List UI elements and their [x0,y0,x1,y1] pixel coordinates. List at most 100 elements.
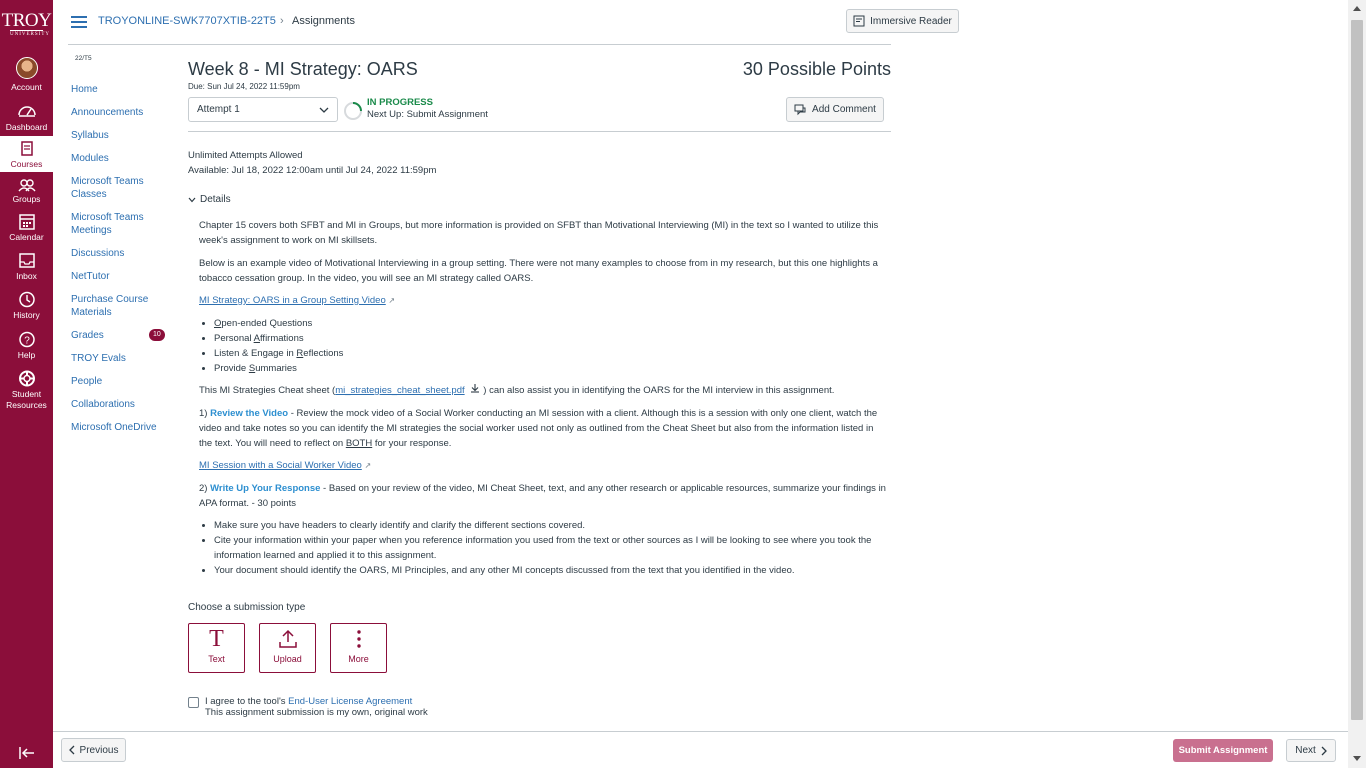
submission-status: IN PROGRESS Next Up: Submit Assignment [367,97,488,121]
social-worker-video-link[interactable]: MI Session with a Social Worker Video [199,460,362,471]
scrollbar-thumb[interactable] [1351,20,1363,720]
submit-assignment-button[interactable]: Submit Assignment [1173,739,1273,762]
course-nav-teams-meetings[interactable]: Microsoft Teams Meetings [71,211,171,237]
course-nav-troy-evals[interactable]: TROY Evals [71,352,171,365]
next-label: Next [1295,745,1316,756]
course-nav-announcements[interactable]: Announcements [71,106,171,119]
list-item: Provide Summaries [214,361,894,376]
breadcrumb-separator-icon: › [280,15,284,27]
details-toggle[interactable]: Details [188,194,231,205]
immersive-reader-icon [853,15,865,27]
course-nav-home[interactable]: Home [71,83,171,96]
previous-button[interactable]: Previous [61,738,126,762]
immersive-reader-button[interactable]: Immersive Reader [846,9,959,33]
global-nav-inbox[interactable]: Inbox [0,252,53,281]
vertical-scrollbar[interactable] [1348,0,1366,768]
global-nav: TROY UNIVERSITY Account Dashboard Course… [0,0,53,768]
eula-label: I agree to the tool's [205,696,289,707]
troy-logo[interactable]: TROY UNIVERSITY [0,10,53,38]
add-comment-button[interactable]: Add Comment [786,97,884,122]
chevron-right-icon [1321,746,1327,755]
more-submission-button[interactable]: More [330,623,387,673]
text-submission-label: Text [208,654,225,664]
attempt-select[interactable]: Attempt 1 [188,97,338,122]
global-nav-history[interactable]: History [0,291,53,320]
download-icon[interactable] [470,383,480,398]
oars-group-video-link[interactable]: MI Strategy: OARS in a Group Setting Vid… [199,295,386,306]
assignment-title: Week 8 - MI Strategy: OARS [188,59,418,79]
course-nav-modules[interactable]: Modules [71,152,171,165]
more-icon [331,624,386,654]
text-type-icon: T [209,625,224,652]
global-nav-inbox-label: Inbox [16,271,37,281]
global-nav-student-resources-label: Student Resources [6,389,47,410]
logo-text: TROY [1,10,52,31]
course-nav-grades[interactable]: Grades 10 [71,329,171,342]
global-nav-groups-label: Groups [12,194,41,204]
scroll-down-icon[interactable] [1353,756,1361,761]
history-icon [18,291,35,308]
social-worker-video-link-row: MI Session with a Social Worker Video ↗ [199,458,889,473]
course-nav-purchase-materials[interactable]: Purchase Course Materials [71,293,171,319]
groups-icon [17,179,36,192]
immersive-reader-label: Immersive Reader [870,15,952,27]
previous-label: Previous [79,744,119,756]
course-nav-syllabus[interactable]: Syllabus [71,129,171,142]
comment-icon [794,104,806,115]
inbox-icon [18,253,35,268]
course-nav-teams-classes[interactable]: Microsoft Teams Classes [71,175,171,201]
global-nav-account[interactable]: Account [0,57,53,92]
more-submission-label: More [348,654,369,664]
scroll-up-icon[interactable] [1353,6,1361,11]
description-paragraph-2: Below is an example video of Motivationa… [199,258,878,284]
calendar-icon [18,214,35,230]
step-2-paragraph: 2) Write Up Your Response - Based on you… [199,483,886,509]
hamburger-menu-icon[interactable] [71,16,87,28]
breadcrumb-assignments[interactable]: Assignments [292,15,355,27]
text-submission-button[interactable]: T Text [188,623,245,673]
original-work-statement: This assignment submission is my own, or… [205,707,428,718]
eula-link[interactable]: End-User License Agreement [288,696,412,707]
chevron-down-icon [319,107,329,113]
global-nav-courses[interactable]: Courses [0,136,53,172]
list-item: Listen & Engage in Reflections [214,346,894,361]
possible-points: 30 Possible Points [742,59,891,79]
course-nav-nettutor[interactable]: NetTutor [71,270,171,283]
step-1-title: Review the Video [210,408,289,419]
oars-video-link-row: MI Strategy: OARS in a Group Setting Vid… [199,293,889,308]
upload-submission-button[interactable]: Upload [259,623,316,673]
due-date: Due: Sun Jul 24, 2022 11:59pm [188,82,300,91]
global-nav-student-resources[interactable]: Student Resources [0,370,53,411]
collapse-nav-icon[interactable] [18,746,36,763]
course-nav-people[interactable]: People [71,375,171,388]
cheat-sheet-paragraph: This MI Strategies Cheat sheet (mi_strat… [199,383,835,398]
course-nav-collaborations[interactable]: Collaborations [71,398,171,411]
eula-checkbox[interactable] [188,697,199,708]
requirements-list: Make sure you have headers to clearly id… [214,518,894,578]
global-nav-courses-label: Courses [10,159,43,169]
global-nav-help[interactable]: ? Help [0,331,53,360]
breadcrumb-course[interactable]: TROYONLINE-SWK7707XTIB-22T5 [98,15,276,27]
global-nav-dashboard-label: Dashboard [5,122,48,132]
global-nav-dashboard[interactable]: Dashboard [0,102,53,132]
course-nav-onedrive[interactable]: Microsoft OneDrive [71,421,171,434]
avatar [15,57,38,79]
external-link-icon: ↗ [388,296,396,305]
logo-subtext: UNIVERSITY [10,30,50,37]
submission-type-heading: Choose a submission type [188,602,306,613]
global-nav-calendar[interactable]: Calendar [0,213,53,242]
attempts-allowed: Unlimited Attempts Allowed [188,150,303,161]
list-item: Personal Affirmations [214,331,894,346]
cheat-sheet-file-link[interactable]: mi_strategies_cheat_sheet.pdf [335,385,464,396]
list-item: Open-ended Questions [214,316,894,331]
next-button[interactable]: Next [1286,739,1336,762]
add-comment-label: Add Comment [812,104,876,115]
status-label: IN PROGRESS [367,97,433,108]
courses-icon [20,141,33,156]
course-nav-grades-label: Grades [71,330,104,341]
global-nav-groups[interactable]: Groups [0,178,53,204]
page-header: TROYONLINE-SWK7707XTIB-22T5 › Assignment… [68,0,959,45]
chevron-left-icon [68,745,75,755]
course-nav-discussions[interactable]: Discussions [71,247,171,260]
availability: Available: Jul 18, 2022 12:00am until Ju… [188,165,437,176]
